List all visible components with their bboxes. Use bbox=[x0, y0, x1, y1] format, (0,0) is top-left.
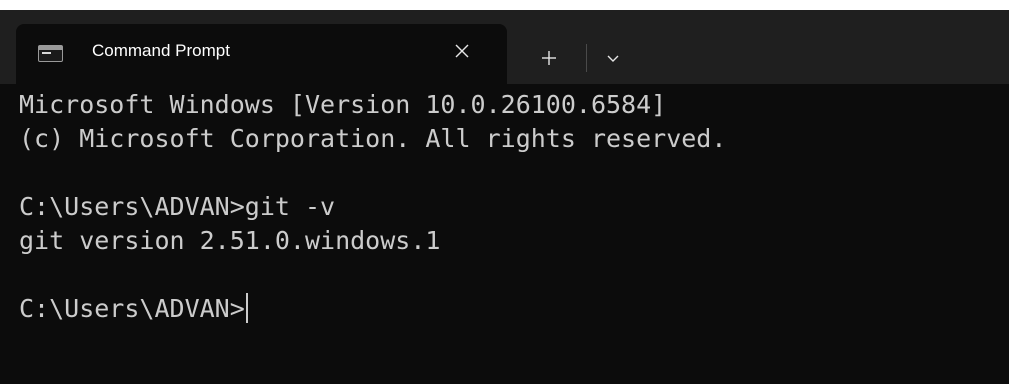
terminal-window: Command Prompt Microsoft Windows [Versio… bbox=[0, 10, 1009, 384]
command-prompt-icon bbox=[38, 45, 63, 62]
console-line: (c) Microsoft Corporation. All rights re… bbox=[19, 124, 727, 153]
tab-title: Command Prompt bbox=[92, 41, 230, 60]
close-icon[interactable] bbox=[448, 37, 476, 65]
console-line: C:\Users\ADVAN>git -v bbox=[19, 192, 336, 221]
console-line: git version 2.51.0.windows.1 bbox=[19, 226, 441, 255]
console-line: Microsoft Windows [Version 10.0.26100.65… bbox=[19, 90, 667, 119]
text-cursor bbox=[245, 293, 248, 323]
prompt-text: C:\Users\ADVAN> bbox=[19, 294, 245, 323]
tabbar-separator bbox=[586, 44, 587, 72]
prompt-line[interactable]: C:\Users\ADVAN> bbox=[19, 292, 248, 326]
chevron-down-icon[interactable] bbox=[598, 44, 628, 72]
plus-icon[interactable] bbox=[532, 43, 566, 73]
console-output[interactable]: Microsoft Windows [Version 10.0.26100.65… bbox=[0, 84, 1009, 384]
tab-command-prompt[interactable]: Command Prompt bbox=[16, 24, 507, 84]
title-bar: Command Prompt bbox=[0, 10, 1009, 84]
